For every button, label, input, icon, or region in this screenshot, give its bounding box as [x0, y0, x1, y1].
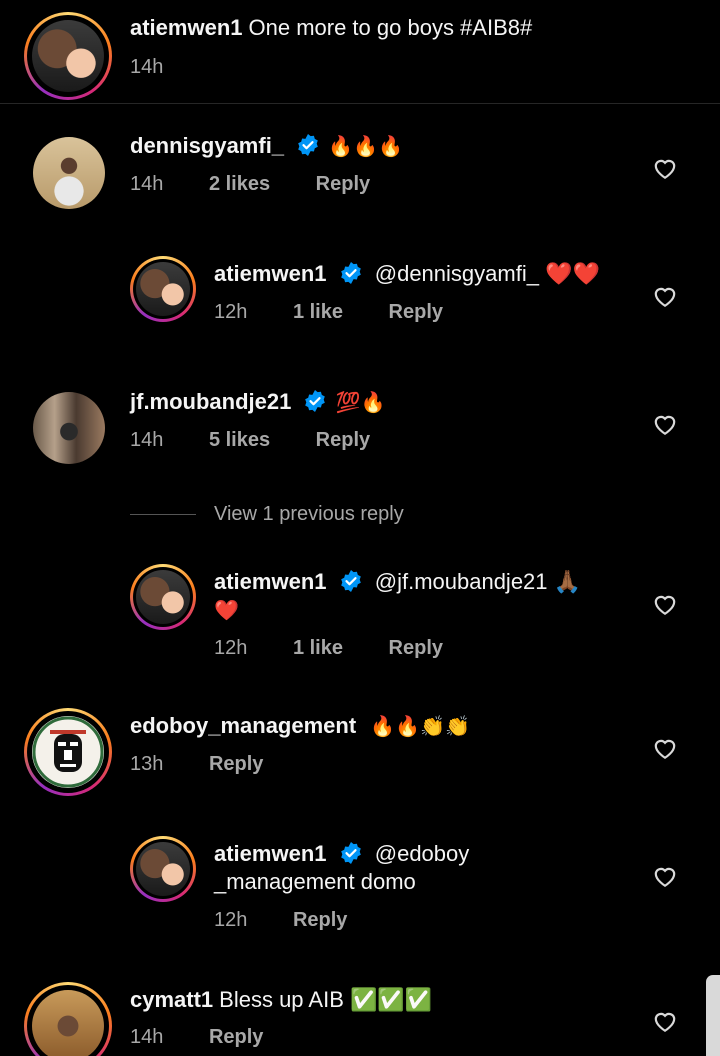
- comment-text: Bless up AIB ✅✅✅: [219, 987, 433, 1012]
- comment-username[interactable]: cymatt1: [130, 987, 213, 1012]
- heart-outline-icon[interactable]: [652, 736, 678, 760]
- comment-item: dennisgyamfi_ 🔥🔥🔥 14h 2 likes Reply: [0, 104, 720, 234]
- avatar[interactable]: [33, 392, 105, 464]
- comment-text: @jf.moubandje21 🙏🏾: [374, 569, 582, 594]
- post-caption: atiemwen1 One more to go boys #AIB8# 14h: [0, 0, 720, 104]
- reply-button[interactable]: Reply: [389, 635, 443, 661]
- comment-likes[interactable]: 1 like: [293, 299, 343, 325]
- comment-text: @edoboy: [374, 841, 470, 866]
- comment-likes[interactable]: 2 likes: [209, 171, 270, 197]
- comment-username[interactable]: jf.moubandje21: [130, 389, 291, 414]
- comment-username[interactable]: dennisgyamfi_: [130, 133, 284, 158]
- reply-button[interactable]: Reply: [316, 427, 370, 453]
- comment-text: 🔥🔥👏👏: [370, 714, 470, 738]
- divider: [130, 514, 196, 515]
- avatar[interactable]: [24, 982, 112, 1056]
- comment-item: cymatt1 Bless up AIB ✅✅✅ 14h Reply: [0, 966, 720, 1056]
- verified-badge-icon: [305, 390, 326, 412]
- avatar[interactable]: [130, 564, 196, 630]
- heart-outline-icon[interactable]: [652, 284, 678, 308]
- reply-item: atiemwen1 @dennisgyamfi_ ❤️❤️ 12h 1 like…: [0, 234, 720, 364]
- reply-button[interactable]: Reply: [209, 1024, 263, 1050]
- verified-badge-icon: [340, 842, 361, 864]
- verified-badge-icon: [340, 262, 361, 284]
- comment-time: 14h: [130, 1026, 164, 1048]
- comment-text-line2: ❤️: [214, 598, 239, 622]
- comments-screen: atiemwen1 One more to go boys #AIB8# 14h …: [0, 0, 720, 1056]
- heart-outline-icon[interactable]: [652, 412, 678, 436]
- comment-username[interactable]: atiemwen1: [214, 261, 327, 286]
- comment-text: @dennisgyamfi_ ❤️❤️: [374, 261, 600, 286]
- caption-time: 14h: [130, 56, 164, 78]
- caption-username[interactable]: atiemwen1: [130, 15, 243, 40]
- comment-time: 14h: [130, 429, 164, 451]
- comment-item: edoboy_management 🔥🔥👏👏 13h Reply: [0, 690, 720, 816]
- reply-button[interactable]: Reply: [316, 171, 370, 197]
- comment-text: 💯🔥: [335, 390, 386, 414]
- comment-text: 🔥🔥🔥: [328, 134, 404, 158]
- heart-outline-icon[interactable]: [652, 156, 678, 180]
- heart-outline-icon[interactable]: [652, 1009, 678, 1033]
- view-previous-reply-button[interactable]: View 1 previous reply: [214, 503, 404, 526]
- scrollbar[interactable]: [706, 975, 720, 1056]
- verified-badge-icon: [298, 134, 318, 156]
- reply-button[interactable]: Reply: [293, 907, 347, 933]
- verified-badge-icon: [340, 570, 361, 592]
- avatar[interactable]: [130, 256, 196, 322]
- comment-time: 12h: [214, 301, 248, 323]
- edoboy-logo-icon: [32, 716, 104, 788]
- reply-item: atiemwen1 @edoboy _management domo 12h R…: [0, 816, 720, 966]
- reply-button[interactable]: Reply: [389, 299, 443, 325]
- caption-text: One more to go boys #AIB8#: [248, 15, 533, 40]
- heart-outline-icon[interactable]: [652, 864, 678, 888]
- comment-username[interactable]: edoboy_management: [130, 713, 356, 738]
- heart-outline-icon[interactable]: [652, 592, 678, 616]
- avatar[interactable]: [130, 836, 196, 902]
- reply-item: atiemwen1 @jf.moubandje21 🙏🏾 ❤️ 12h 1 li…: [0, 540, 720, 690]
- avatar[interactable]: [24, 12, 112, 100]
- comment-username[interactable]: atiemwen1: [214, 841, 327, 866]
- avatar[interactable]: [33, 137, 105, 209]
- comment-time: 12h: [214, 909, 248, 931]
- comment-likes[interactable]: 5 likes: [209, 427, 270, 453]
- reply-button[interactable]: Reply: [209, 751, 263, 777]
- comment-likes[interactable]: 1 like: [293, 635, 343, 661]
- avatar[interactable]: [24, 708, 112, 796]
- comment-time: 13h: [130, 753, 164, 775]
- comment-time: 12h: [214, 637, 248, 659]
- comment-time: 14h: [130, 173, 164, 195]
- comment-username[interactable]: atiemwen1: [214, 569, 327, 594]
- comment-text-line2: _management domo: [214, 869, 416, 894]
- comment-item: jf.moubandje21 💯🔥 14h 5 likes Reply: [0, 364, 720, 490]
